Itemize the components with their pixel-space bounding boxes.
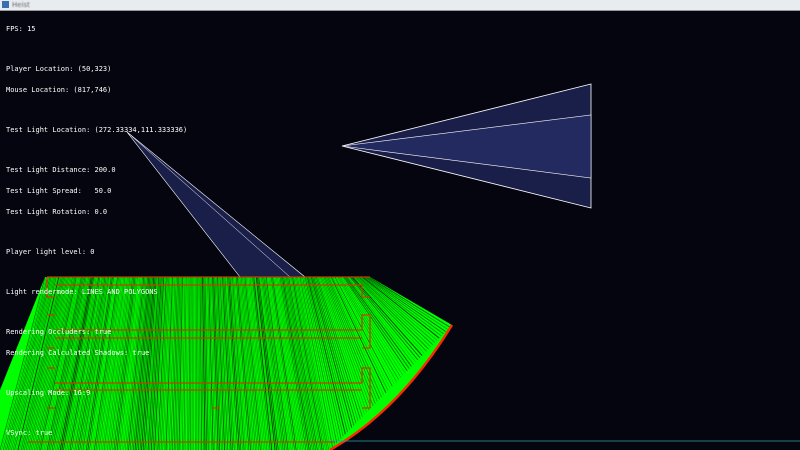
mouse-location-text: Mouse Location: (817,746) (6, 86, 112, 94)
player-location-text: Player Location: (50,323) (6, 65, 112, 73)
light-rendermode-text: Light rendermode: LINES AND POLYGONS (6, 288, 158, 296)
app-icon (2, 1, 9, 8)
vsync-text: VSync: true (6, 429, 53, 437)
test-light-distance-text: Test Light Distance: 200.0 (6, 166, 116, 174)
rendering-occluders-text: Rendering Occluders: true (6, 328, 112, 336)
fps-text: FPS: 15 (6, 25, 36, 33)
test-light-rotation-text: Test Light Rotation: 0.0 (6, 208, 108, 216)
test-light-location-text: Test Light Location: (272.33334,111.3333… (6, 126, 188, 134)
player-light-level-text: Player light level: 0 (6, 248, 95, 256)
rendering-shadows-text: Rendering Calculated Shadows: true (6, 349, 150, 357)
window-title: Heist (12, 1, 30, 9)
debug-hud: FPS: 15 Player Location: (50,323) Mouse … (6, 12, 187, 444)
upscaling-mode-text: Upscaling Mode: 16:9 (6, 389, 91, 397)
window-title-bar: Heist (0, 0, 800, 11)
test-light-spread-text: Test Light Spread: 50.0 (6, 187, 112, 195)
